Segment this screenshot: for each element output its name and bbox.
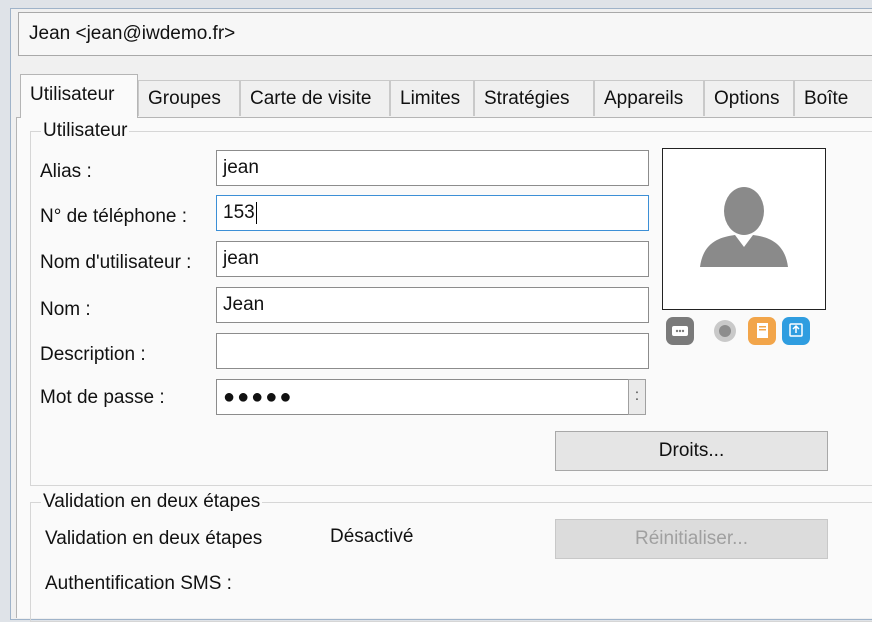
name-label: Nom : [40, 299, 91, 320]
tab-strategies[interactable]: Stratégies [474, 80, 594, 116]
tab-boite[interactable]: Boîte [794, 80, 872, 116]
username-field[interactable]: jean [216, 241, 649, 277]
tab-bar: Utilisateur Groupes Carte de visite Limi… [16, 74, 872, 118]
record-icon[interactable] [714, 320, 736, 342]
camera-icon[interactable] [666, 317, 694, 345]
phone-field[interactable]: 153 [216, 195, 649, 231]
user-group-title: Utilisateur [41, 119, 130, 143]
password-options-button[interactable]: : [628, 379, 646, 415]
description-label: Description : [40, 344, 146, 365]
username-label: Nom d'utilisateur : [40, 252, 192, 273]
tab-utilisateur[interactable]: Utilisateur [20, 74, 138, 118]
twofa-group-title: Validation en deux étapes [41, 490, 263, 514]
phone-label: N° de téléphone : [40, 206, 188, 227]
upload-icon[interactable] [782, 317, 810, 345]
user-photo-frame[interactable] [662, 148, 826, 310]
description-field[interactable] [216, 333, 649, 369]
sms-auth-label: Authentification SMS : [45, 573, 232, 594]
text-caret [255, 201, 257, 224]
name-field[interactable]: Jean [216, 287, 649, 323]
password-field[interactable]: ●●●●● [216, 379, 630, 415]
file-icon[interactable] [748, 317, 776, 345]
username-value: jean [223, 248, 259, 269]
tab-appareils[interactable]: Appareils [594, 80, 704, 116]
alias-label: Alias : [40, 161, 92, 182]
twofa-status: Désactivé [330, 526, 414, 547]
tab-carte-de-visite[interactable]: Carte de visite [240, 80, 390, 116]
tab-options[interactable]: Options [704, 80, 794, 116]
tab-limites[interactable]: Limites [390, 80, 474, 116]
password-value: ●●●●● [223, 386, 294, 408]
twofa-row-label: Validation en deux étapes [45, 528, 263, 549]
window-title: Jean <jean@iwdemo.fr> [29, 23, 236, 44]
name-value: Jean [223, 294, 265, 315]
phone-value: 153 [223, 202, 255, 223]
alias-field[interactable]: jean [216, 150, 649, 186]
rights-button[interactable]: Droits... [555, 431, 828, 471]
alias-value: jean [223, 157, 259, 178]
tab-groupes[interactable]: Groupes [138, 80, 240, 116]
user-silhouette-icon [700, 187, 788, 267]
reset-button[interactable]: Réinitialiser... [555, 519, 828, 559]
window-title-bar: Jean <jean@iwdemo.fr> [18, 12, 872, 56]
password-label: Mot de passe : [40, 387, 165, 408]
